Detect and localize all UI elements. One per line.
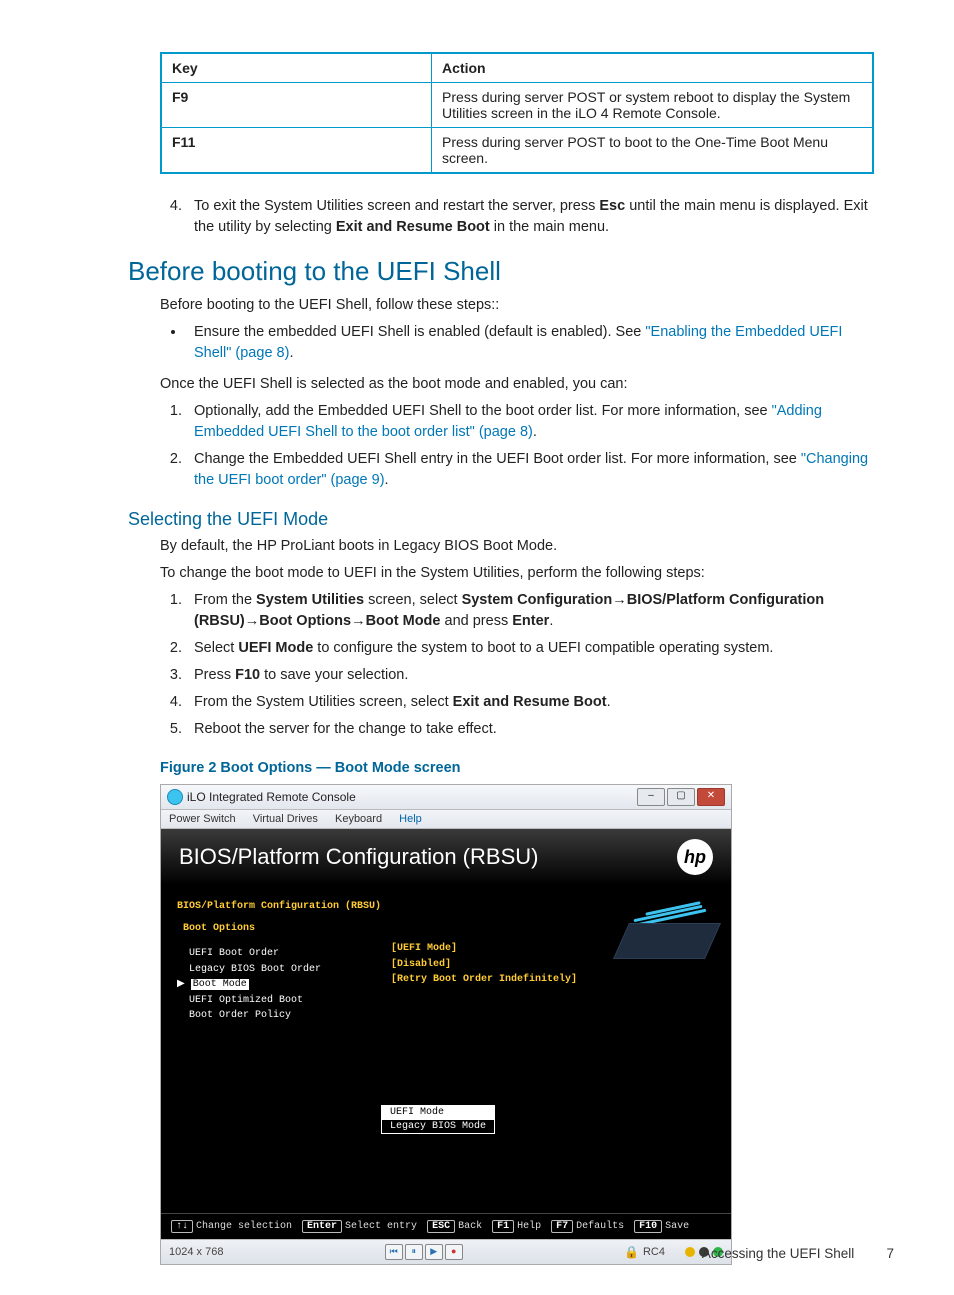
rbsu-title: BIOS/Platform Configuration (RBSU) [179,844,538,870]
th-action: Action [432,53,873,83]
heading-selecting-uefi: Selecting the UEFI Mode [128,509,894,530]
menu-legacy-boot-order[interactable]: Legacy BIOS Boot Order [189,962,381,978]
menu-uefi-boot-order[interactable]: UEFI Boot Order [189,946,381,962]
boot-mode-popup: UEFI Mode Legacy BIOS Mode [381,1105,495,1134]
once-steps: Optionally, add the Embedded UEFI Shell … [160,401,874,491]
cell-action: Press during server POST to boot to the … [432,128,873,174]
menu-virtual-drives[interactable]: Virtual Drives [253,813,318,825]
menu-boot-mode[interactable]: Boot Mode [191,979,249,990]
list-item: Change the Embedded UEFI Shell entry in … [186,449,874,491]
server-illustration [603,903,713,959]
page-number: 7 [870,1246,894,1261]
figure-caption: Figure 2 Boot Options — Boot Mode screen [160,760,874,776]
menu-power-switch[interactable]: Power Switch [169,813,236,825]
play-button[interactable]: ▶ [425,1244,443,1260]
popup-option-legacy[interactable]: Legacy BIOS Mode [382,1120,494,1133]
keycap-esc: ESC [427,1220,455,1233]
list-item: Ensure the embedded UEFI Shell is enable… [186,322,874,364]
status-bar: 1024 x 768 ⏮ ⏸ ▶ ● 🔒 RC4 [161,1239,731,1264]
intro-text: Before booting to the UEFI Shell, follow… [160,295,874,316]
popup-option-uefi[interactable]: UEFI Mode [382,1106,494,1120]
maximize-button[interactable]: ▢ [667,788,695,806]
list-item: From the System Utilities screen, select… [186,590,874,632]
cell-action: Press during server POST or system reboo… [432,83,873,128]
list-item: Select UEFI Mode to configure the system… [186,638,874,659]
list-item: Press F10 to save your selection. [186,665,874,686]
breadcrumb-rbsu: BIOS/Platform Configuration (RBSU) [177,899,381,915]
list-item: From the System Utilities screen, select… [186,692,874,713]
th-key: Key [161,53,432,83]
menu-uefi-optimized-boot[interactable]: UEFI Optimized Boot [189,993,381,1009]
menu-keyboard[interactable]: Keyboard [335,813,382,825]
hp-icon [167,789,183,805]
status-rc4: RC4 [643,1246,665,1258]
list-item: Optionally, add the Embedded UEFI Shell … [186,401,874,443]
status-resolution: 1024 x 768 [169,1246,223,1258]
keycap-f7: F7 [551,1220,573,1233]
keycap-enter: Enter [302,1220,342,1233]
ilo-console-window: iLO Integrated Remote Console – ▢ ✕ Powe… [160,784,732,1265]
keycap-f1: F1 [492,1220,514,1233]
heading-before-booting: Before booting to the UEFI Shell [128,256,894,287]
rbsu-screen: BIOS/Platform Configuration (RBSU) hp BI… [161,829,731,1239]
window-titlebar: iLO Integrated Remote Console – ▢ ✕ [161,785,731,810]
exit-step-list: To exit the System Utilities screen and … [160,196,874,238]
value-uefi-optimized: [Disabled] [391,957,577,973]
window-title: iLO Integrated Remote Console [187,790,356,804]
playback-controls: ⏮ ⏸ ▶ ● [385,1244,463,1260]
window-controls: – ▢ ✕ [637,788,725,806]
menu-boot-order-policy[interactable]: Boot Order Policy [189,1008,381,1024]
menu-help[interactable]: Help [399,813,422,825]
page-footer: Accessing the UEFI Shell 7 [702,1246,894,1261]
breadcrumb-boot-options: Boot Options [183,921,381,937]
minimize-button[interactable]: – [637,788,665,806]
default-text: By default, the HP ProLiant boots in Leg… [160,536,874,557]
lock-icon: 🔒 [624,1245,639,1259]
footer-section: Accessing the UEFI Shell [702,1246,854,1261]
hp-logo-icon: hp [677,839,713,875]
rewind-button[interactable]: ⏮ [385,1244,403,1260]
uefi-steps: From the System Utilities screen, select… [160,590,874,740]
change-text: To change the boot mode to UEFI in the S… [160,563,874,584]
table-row: F11 Press during server POST to boot to … [161,128,873,174]
list-item: Reboot the server for the change to take… [186,719,874,740]
prereq-list: Ensure the embedded UEFI Shell is enable… [160,322,874,364]
rbsu-key-legend: ↑↓Change selection EnterSelect entry ESC… [161,1213,731,1239]
record-button[interactable]: ● [445,1244,463,1260]
menu-bar: Power Switch Virtual Drives Keyboard Hel… [161,810,731,829]
once-text: Once the UEFI Shell is selected as the b… [160,374,874,395]
keycap-arrows: ↑↓ [171,1220,193,1233]
cell-key: F11 [161,128,432,174]
selection-marker-icon: ▶ [177,979,185,990]
value-boot-mode: [UEFI Mode] [391,941,577,957]
close-button[interactable]: ✕ [697,788,725,806]
value-boot-order-policy: [Retry Boot Order Indefinitely] [391,972,577,988]
pause-button[interactable]: ⏸ [405,1244,423,1260]
key-action-table: Key Action F9 Press during server POST o… [160,52,874,174]
cell-key: F9 [161,83,432,128]
list-item: To exit the System Utilities screen and … [186,196,874,238]
status-led-yellow [685,1247,695,1257]
keycap-f10: F10 [634,1220,662,1233]
table-row: F9 Press during server POST or system re… [161,83,873,128]
